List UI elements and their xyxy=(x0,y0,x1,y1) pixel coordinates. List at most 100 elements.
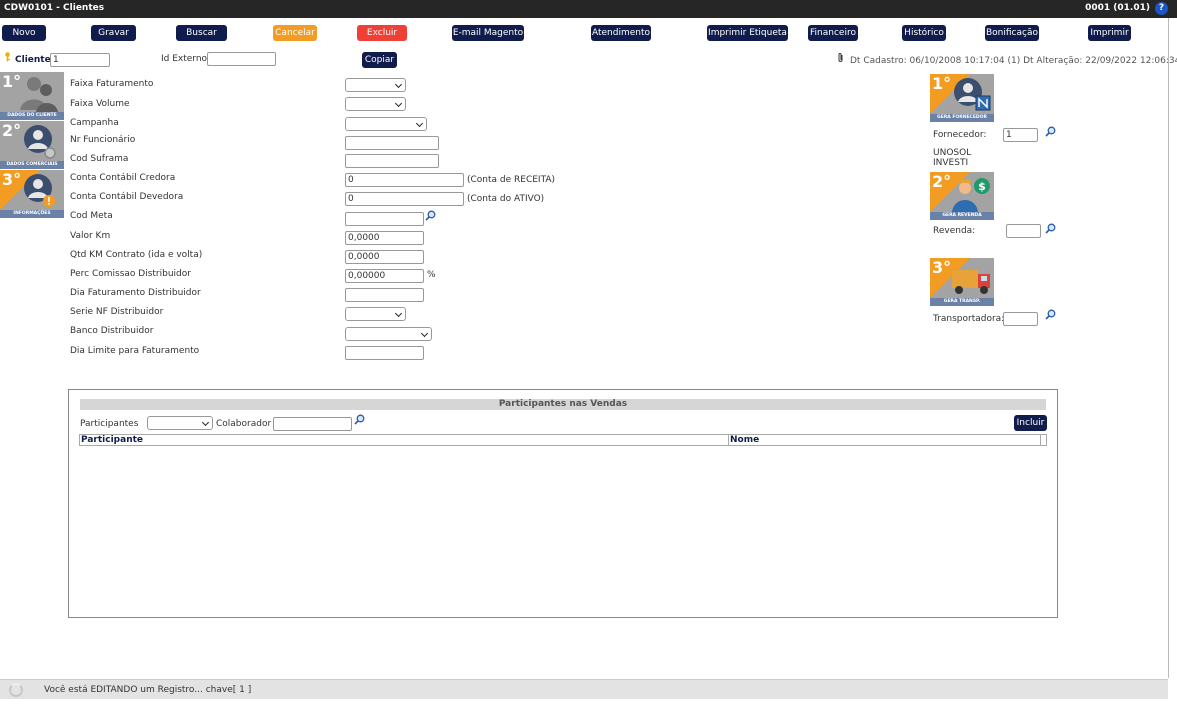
title-bar: CDW0101 - Clientes 0001 (01.01) ? xyxy=(0,0,1177,18)
campanha-select[interactable] xyxy=(345,117,427,131)
campanha-label: Campanha xyxy=(70,118,119,128)
page-right-border xyxy=(1168,18,1169,678)
fornecedor-label: Fornecedor: xyxy=(933,130,987,140)
cod-meta-input[interactable] xyxy=(345,212,424,226)
valor-km-label: Valor Km xyxy=(70,231,111,241)
window-title: CDW0101 - Clientes xyxy=(4,3,105,13)
email-magento-button[interactable]: E-mail Magento xyxy=(452,25,524,41)
column-divider xyxy=(728,435,729,445)
cliente-label: Cliente xyxy=(15,55,51,65)
tile-gera-revenda[interactable]: 2° $ GERA REVENDA xyxy=(930,172,994,220)
dia-limite-input[interactable] xyxy=(345,346,424,360)
revenda-label: Revenda: xyxy=(933,226,976,236)
colaborador-label: Colaborador xyxy=(216,419,272,429)
dia-faturamento-input[interactable] xyxy=(345,288,424,302)
tile-caption: DADOS DO CLIENTE xyxy=(0,112,64,120)
participantes-title: Participantes nas Vendas xyxy=(80,399,1046,410)
col-nome[interactable]: Nome xyxy=(730,435,759,445)
atendimento-button[interactable]: Atendimento xyxy=(591,25,651,41)
participantes-grid-header: Participante Nome xyxy=(79,434,1047,446)
dia-limite-label: Dia Limite para Faturamento xyxy=(70,346,200,356)
novo-button[interactable]: Novo xyxy=(2,25,46,41)
banco-select[interactable] xyxy=(345,327,432,341)
search-icon[interactable] xyxy=(425,210,436,221)
id-externo-label: Id Externo xyxy=(161,54,208,64)
cliente-input[interactable]: 1 xyxy=(50,53,110,67)
copiar-button[interactable]: Copiar xyxy=(362,52,397,68)
revenda-input[interactable] xyxy=(1006,224,1041,238)
excluir-button[interactable]: Excluir xyxy=(357,25,407,41)
financeiro-button[interactable]: Financeiro xyxy=(808,25,858,41)
conta-credora-hint: (Conta de RECEITA) xyxy=(467,175,556,185)
id-externo-input[interactable] xyxy=(207,52,276,66)
cancelar-button[interactable]: Cancelar xyxy=(273,25,317,41)
reseller-dollar-icon: $ xyxy=(952,178,990,212)
fornecedor-input[interactable]: 1 xyxy=(1003,128,1038,142)
transportadora-input[interactable] xyxy=(1003,312,1038,326)
participantes-select[interactable] xyxy=(147,416,213,430)
serie-nf-select[interactable] xyxy=(345,307,406,321)
col-participante[interactable]: Participante xyxy=(81,435,143,445)
conta-devedora-input[interactable]: 0 xyxy=(345,192,464,206)
key-icon xyxy=(5,52,10,62)
tile-caption: INFORMAÇÕES xyxy=(0,210,64,218)
column-divider xyxy=(1040,435,1041,445)
incluir-button[interactable]: Incluir xyxy=(1014,415,1047,431)
tile-caption: GERA TRANSP. xyxy=(930,298,994,306)
tile-number: 2° xyxy=(932,172,952,191)
transportadora-label: Transportadora: xyxy=(933,314,1005,324)
bonificacao-button[interactable]: Bonificação xyxy=(985,25,1039,41)
fornecedor-name-line1: UNOSOL xyxy=(933,148,972,158)
imprimir-button[interactable]: Imprimir xyxy=(1088,25,1131,41)
tile-gera-transp[interactable]: 3° GERA TRANSP. xyxy=(930,258,994,306)
cod-suframa-input[interactable] xyxy=(345,154,439,168)
tile-number: 2° xyxy=(2,121,22,140)
cod-meta-label: Cod Meta xyxy=(70,211,113,221)
dia-faturamento-label: Dia Faturamento Distribuidor xyxy=(70,288,201,298)
qtd-km-input[interactable]: 0,0000 xyxy=(345,250,424,264)
participantes-label: Participantes xyxy=(80,419,139,429)
nr-funcionario-label: Nr Funcionário xyxy=(70,135,136,145)
faixa-volume-label: Faixa Volume xyxy=(70,99,130,109)
user-alert-icon xyxy=(24,174,55,207)
serie-nf-label: Serie NF Distribuidor xyxy=(70,307,164,317)
paperclip-icon xyxy=(838,53,843,62)
search-icon[interactable] xyxy=(1045,223,1056,234)
tile-caption: GERA REVENDA xyxy=(930,212,994,220)
gravar-button[interactable]: Gravar xyxy=(91,25,136,41)
conta-devedora-label: Conta Contábil Devedora xyxy=(70,192,184,202)
colaborador-input[interactable] xyxy=(273,417,352,431)
qtd-km-label: Qtd KM Contrato (ida e volta) xyxy=(70,250,203,260)
tile-dados-cliente[interactable]: 1° DADOS DO CLIENTE xyxy=(0,72,64,120)
status-message: Você está EDITANDO um Registro... chave[… xyxy=(44,685,252,695)
cod-suframa-label: Cod Suframa xyxy=(70,154,129,164)
tile-gera-fornecedor[interactable]: 1° GERA FORNECEDOR xyxy=(930,74,994,122)
tile-number: 1° xyxy=(932,74,952,93)
help-icon[interactable]: ? xyxy=(1155,2,1168,15)
tile-number: 3° xyxy=(2,170,22,189)
historico-button[interactable]: Histórico xyxy=(902,25,946,41)
faixa-faturamento-select[interactable] xyxy=(345,78,406,92)
dates-label: Dt Cadastro: 06/10/2008 10:17:04 (1) Dt … xyxy=(850,56,1177,66)
nr-funcionario-input[interactable] xyxy=(345,136,439,150)
tile-informacoes[interactable]: 3° INFORMAÇÕES xyxy=(0,170,64,218)
search-icon[interactable] xyxy=(1045,309,1056,320)
percent-sign: % xyxy=(427,270,436,280)
tile-number: 3° xyxy=(932,258,952,277)
search-icon[interactable] xyxy=(1045,126,1056,137)
faixa-faturamento-label: Faixa Faturamento xyxy=(70,79,154,89)
perc-comissao-input[interactable]: 0,00000 xyxy=(345,269,424,283)
conta-credora-input[interactable]: 0 xyxy=(345,173,464,187)
faixa-volume-select[interactable] xyxy=(345,97,406,111)
perc-comissao-label: Perc Comissao Distribuidor xyxy=(70,269,191,279)
spinner-icon xyxy=(9,683,23,697)
status-bar: Você está EDITANDO um Registro... chave[… xyxy=(0,679,1168,699)
buscar-button[interactable]: Buscar xyxy=(176,25,227,41)
user-gear-icon xyxy=(24,125,56,159)
tile-caption: DADOS COMERCIAIS xyxy=(0,161,64,169)
imprimir-etiqueta-button[interactable]: Imprimir Etiqueta xyxy=(707,25,788,41)
participantes-panel: Participantes nas Vendas Participantes C… xyxy=(68,389,1058,618)
tile-dados-comerciais[interactable]: 2° DADOS COMERCIAIS xyxy=(0,121,64,169)
search-icon[interactable] xyxy=(354,414,365,425)
valor-km-input[interactable]: 0,0000 xyxy=(345,231,424,245)
